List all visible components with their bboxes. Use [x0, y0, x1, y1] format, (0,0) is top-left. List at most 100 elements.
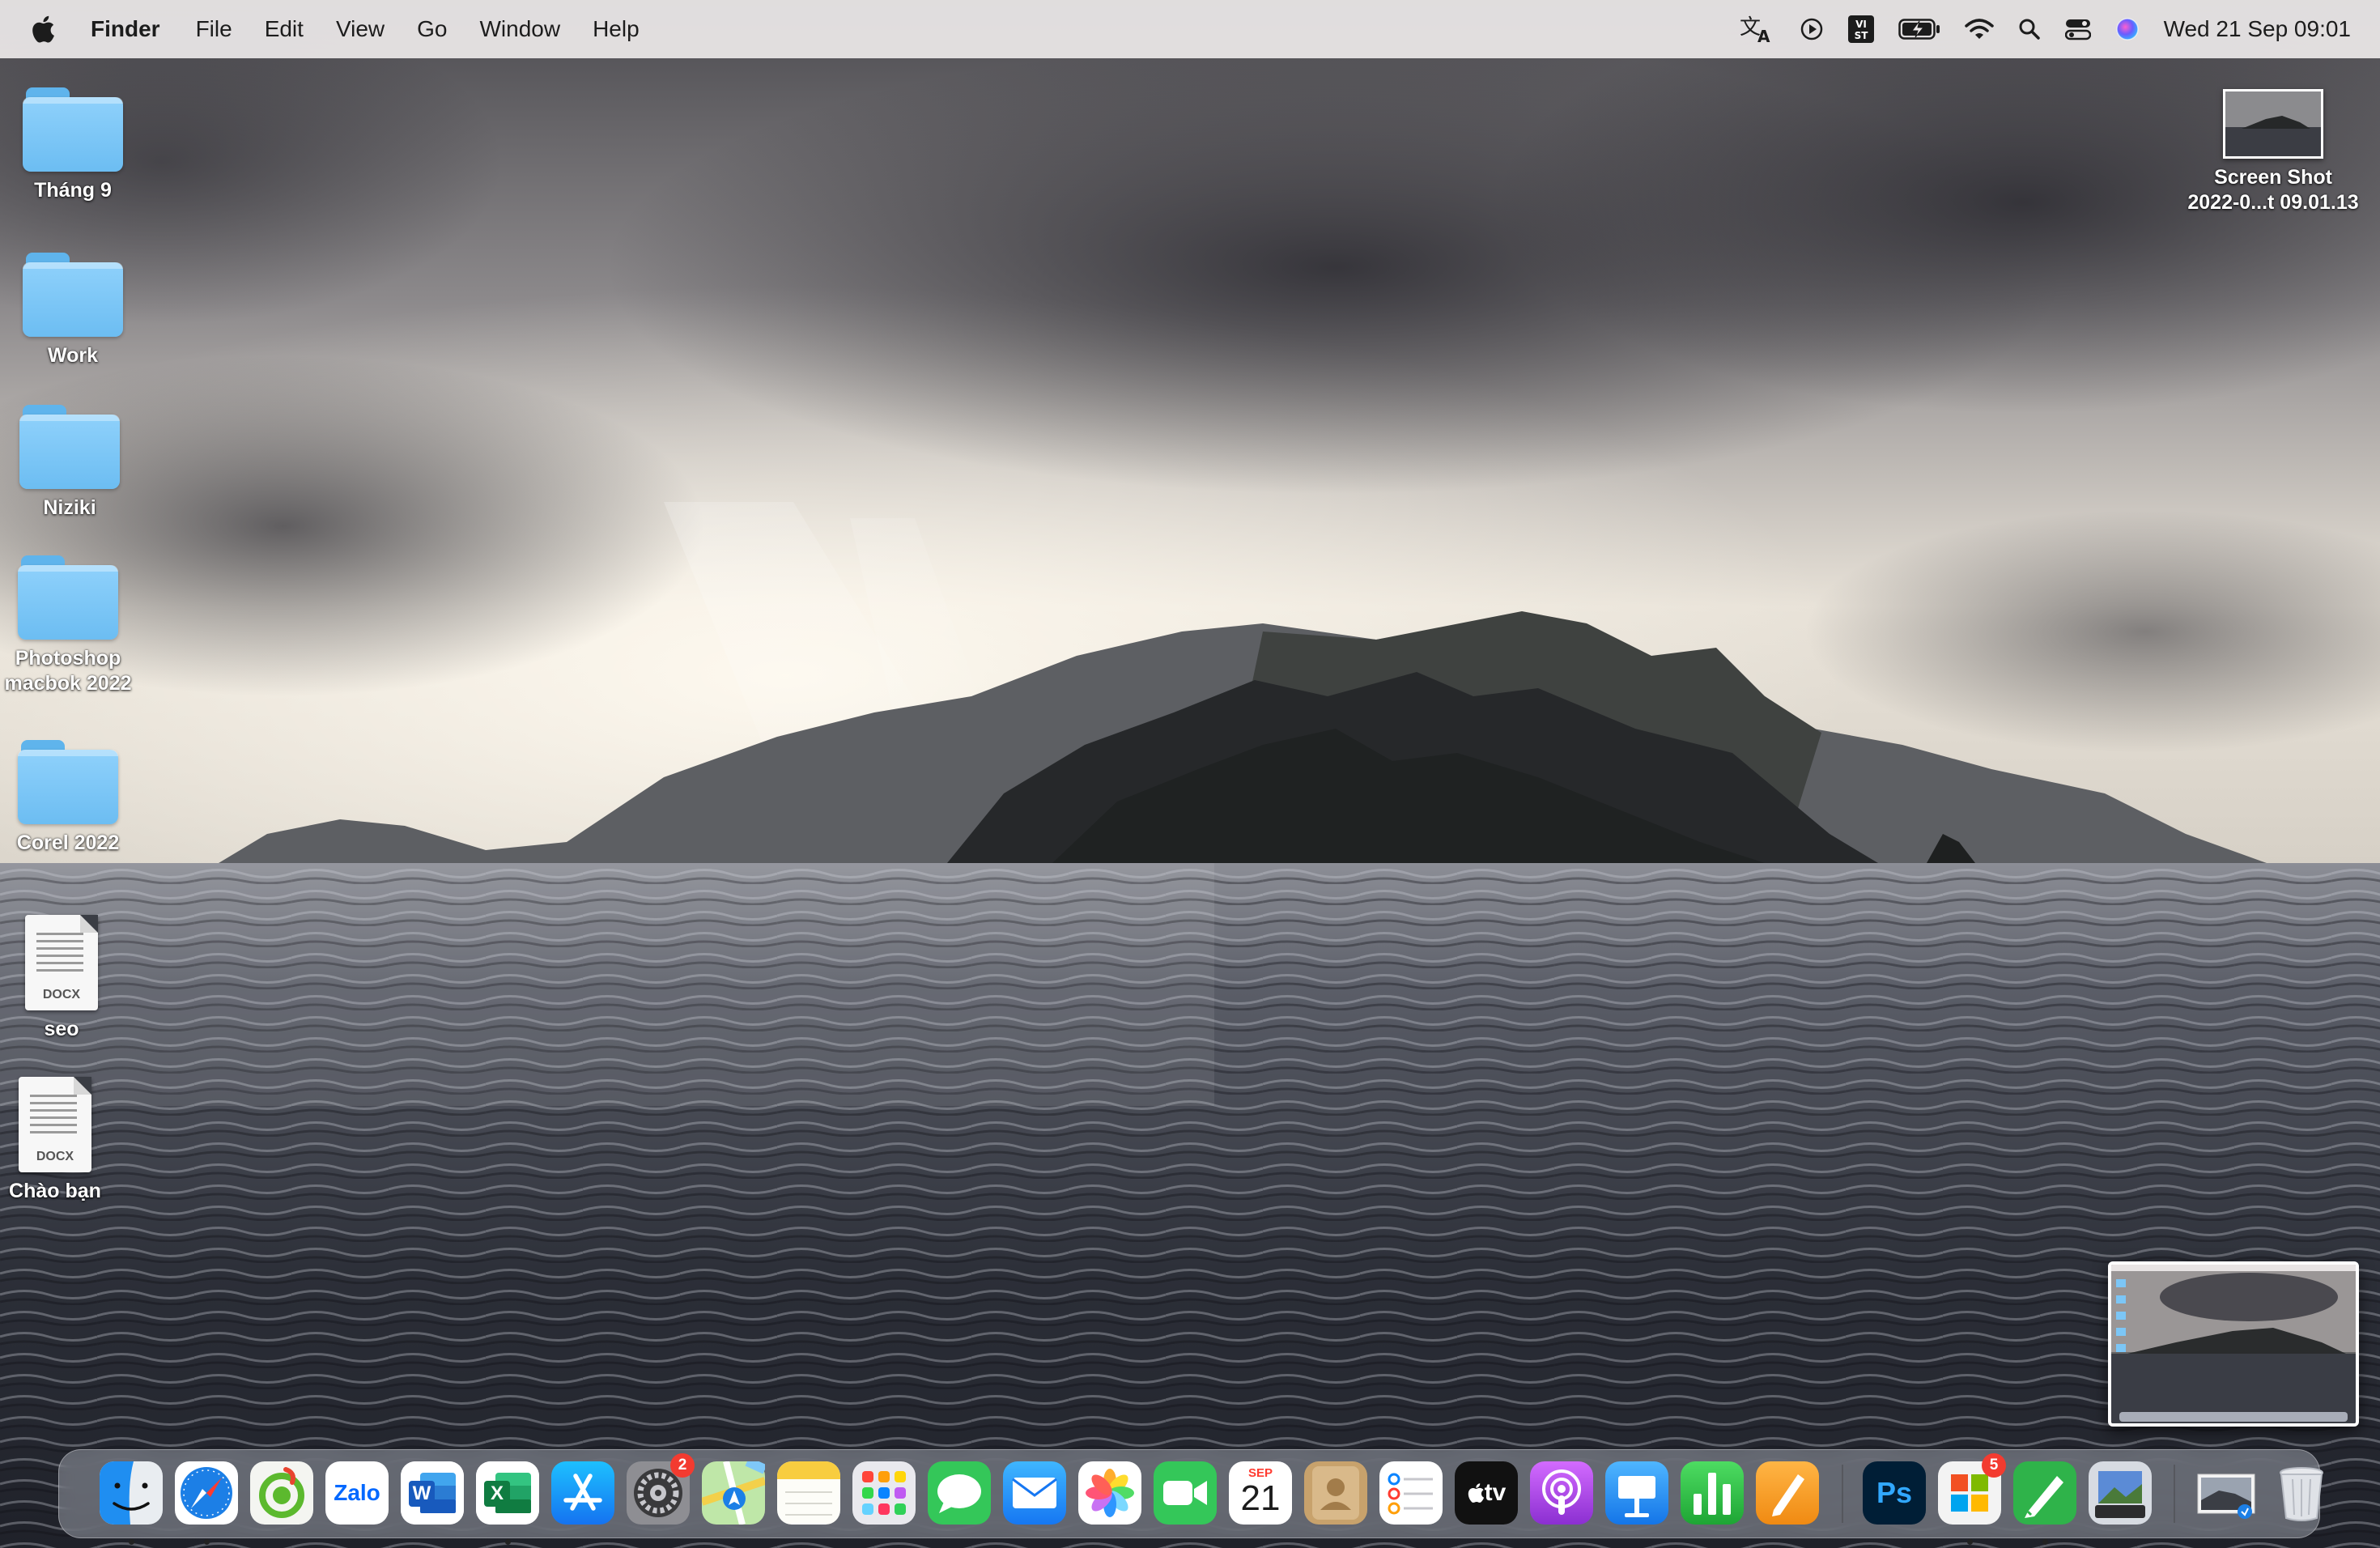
- running-indicator: [204, 1539, 210, 1545]
- calendar-month: SEP: [1247, 1466, 1273, 1480]
- menu-file[interactable]: File: [196, 16, 232, 42]
- desktop-item-label: Niziki: [43, 496, 96, 519]
- wifi-icon[interactable]: [1964, 13, 1994, 45]
- desktop-file-seo[interactable]: DOCX seo: [0, 915, 134, 1042]
- photoshop-label: Ps: [1876, 1476, 1913, 1509]
- desktop-file-chao-ban[interactable]: DOCX Chào bạn: [0, 1077, 128, 1204]
- green-pen-icon: [2013, 1461, 2076, 1525]
- desktop-folder-work[interactable]: Work: [0, 253, 146, 368]
- folder-icon: [18, 740, 118, 824]
- desktop-folder-thang-9[interactable]: Tháng 9: [0, 87, 146, 203]
- dock-cleaner[interactable]: [250, 1461, 313, 1525]
- excel-icon-label: X: [490, 1482, 504, 1504]
- menu-window[interactable]: Window: [479, 16, 560, 42]
- file-extension-label: DOCX: [36, 1150, 74, 1163]
- dock-mail[interactable]: [1003, 1461, 1066, 1525]
- cleaner-icon: [250, 1461, 313, 1525]
- desktop-item-label: Chào bạn: [9, 1180, 101, 1202]
- dock-safari[interactable]: [175, 1461, 238, 1545]
- dock-contacts[interactable]: [1304, 1461, 1367, 1525]
- vietnamese-input-icon[interactable]: VI ST: [1847, 13, 1874, 45]
- downloads-stack-icon: [2197, 1474, 2255, 1519]
- dock-separator: [2174, 1465, 2175, 1523]
- label-line-1: Photoshop: [15, 647, 121, 670]
- menu-bar-clock[interactable]: Wed 21 Sep 09:01: [2164, 16, 2351, 42]
- desktop-wallpaper: [0, 0, 2380, 1548]
- spotlight-search-icon[interactable]: [2018, 13, 2041, 45]
- menu-view[interactable]: View: [336, 16, 385, 42]
- svg-text:VI: VI: [1855, 19, 1867, 30]
- notification-badge: 2: [670, 1453, 695, 1478]
- contacts-icon: [1304, 1461, 1367, 1525]
- dock-microsoft-office[interactable]: 5: [1938, 1453, 2006, 1545]
- launchpad-icon: [852, 1461, 916, 1525]
- dock-system-preferences[interactable]: 2: [627, 1453, 695, 1525]
- desktop-folder-niziki[interactable]: Niziki: [0, 405, 142, 521]
- dock-finder[interactable]: [100, 1461, 163, 1545]
- dock-downloads-stack[interactable]: [2195, 1461, 2258, 1525]
- dock-facetime[interactable]: [1154, 1461, 1217, 1525]
- photos-icon: [1078, 1461, 1141, 1525]
- dock-launchpad[interactable]: [852, 1461, 916, 1525]
- reminders-icon: [1379, 1461, 1443, 1525]
- folder-icon: [23, 253, 123, 337]
- siri-icon[interactable]: [2115, 13, 2140, 45]
- menu-app-finder[interactable]: Finder: [91, 16, 160, 42]
- dock-reminders[interactable]: [1379, 1461, 1443, 1525]
- running-indicator: [505, 1539, 511, 1545]
- desktop-item-label: Corel 2022: [16, 831, 120, 854]
- desktop-item-label: Screen Shot 2022-0...t 09.01.13: [2174, 165, 2372, 215]
- dock-word[interactable]: W: [401, 1461, 464, 1525]
- label-line-2: macbok 2022: [4, 672, 132, 695]
- apple-menu-icon[interactable]: [31, 15, 57, 44]
- dock-excel[interactable]: X: [476, 1461, 539, 1545]
- finder-icon: [100, 1461, 163, 1525]
- svg-text:A: A: [1757, 27, 1770, 44]
- app-store-icon: [551, 1461, 614, 1525]
- play-icon[interactable]: [1800, 13, 1824, 45]
- dock-calendar[interactable]: SEP 21: [1229, 1461, 1292, 1525]
- desktop-folder-corel-2022[interactable]: Corel 2022: [0, 740, 141, 856]
- menu-edit[interactable]: Edit: [265, 16, 304, 42]
- dock-keynote[interactable]: [1605, 1461, 1668, 1525]
- menu-go[interactable]: Go: [417, 16, 447, 42]
- dock-photoshop[interactable]: Ps: [1863, 1461, 1926, 1525]
- dock-messages[interactable]: [928, 1461, 991, 1525]
- folder-icon: [23, 87, 123, 172]
- svg-text:ST: ST: [1854, 30, 1868, 41]
- menu-help[interactable]: Help: [593, 16, 640, 42]
- maps-icon: [700, 1457, 767, 1525]
- dock-zalo[interactable]: Zalo: [325, 1461, 389, 1525]
- preview-icon: [2089, 1461, 2152, 1525]
- dock-photos[interactable]: [1078, 1461, 1141, 1525]
- desktop-file-screen-shot[interactable]: Screen Shot 2022-0...t 09.01.13: [2174, 89, 2372, 215]
- dock-apple-tv[interactable]: tv: [1455, 1461, 1518, 1525]
- screenshot-preview-thumbnail[interactable]: [2108, 1261, 2359, 1427]
- dock-podcasts[interactable]: [1530, 1461, 1593, 1525]
- notification-badge: 5: [1982, 1453, 2006, 1478]
- running-indicator: [1967, 1539, 1973, 1545]
- desktop-folder-photoshop-macbok-2022[interactable]: Photoshop macbok 2022: [0, 555, 141, 696]
- dock-preview[interactable]: [2089, 1461, 2152, 1525]
- numbers-icon: [1681, 1461, 1744, 1525]
- battery-charging-icon[interactable]: [1898, 13, 1940, 45]
- dock-maps[interactable]: [700, 1457, 767, 1525]
- dock-pages[interactable]: [1756, 1461, 1819, 1525]
- docx-file-icon: DOCX: [25, 915, 98, 1010]
- word-icon-label: W: [412, 1482, 431, 1504]
- dock-green-pen[interactable]: [2013, 1461, 2076, 1545]
- dock-app-store[interactable]: [551, 1461, 614, 1525]
- dock-notes[interactable]: [777, 1461, 840, 1525]
- control-center-icon[interactable]: [2064, 13, 2091, 45]
- label-line-2: 2022-0...t 09.01.13: [2187, 191, 2359, 214]
- folder-icon: [19, 405, 120, 489]
- desktop-item-label: Work: [47, 344, 99, 367]
- running-indicator: [2042, 1539, 2048, 1545]
- dock-numbers[interactable]: [1681, 1461, 1744, 1525]
- apple-tv-icon: tv: [1455, 1461, 1518, 1525]
- translate-icon[interactable]: 文A: [1740, 13, 1775, 45]
- pages-icon: [1756, 1461, 1819, 1525]
- facetime-icon: [1154, 1461, 1217, 1525]
- dock-trash[interactable]: [2270, 1461, 2333, 1525]
- dock: Zalo W X 2 SEP 21 tv Ps 5: [58, 1449, 2323, 1545]
